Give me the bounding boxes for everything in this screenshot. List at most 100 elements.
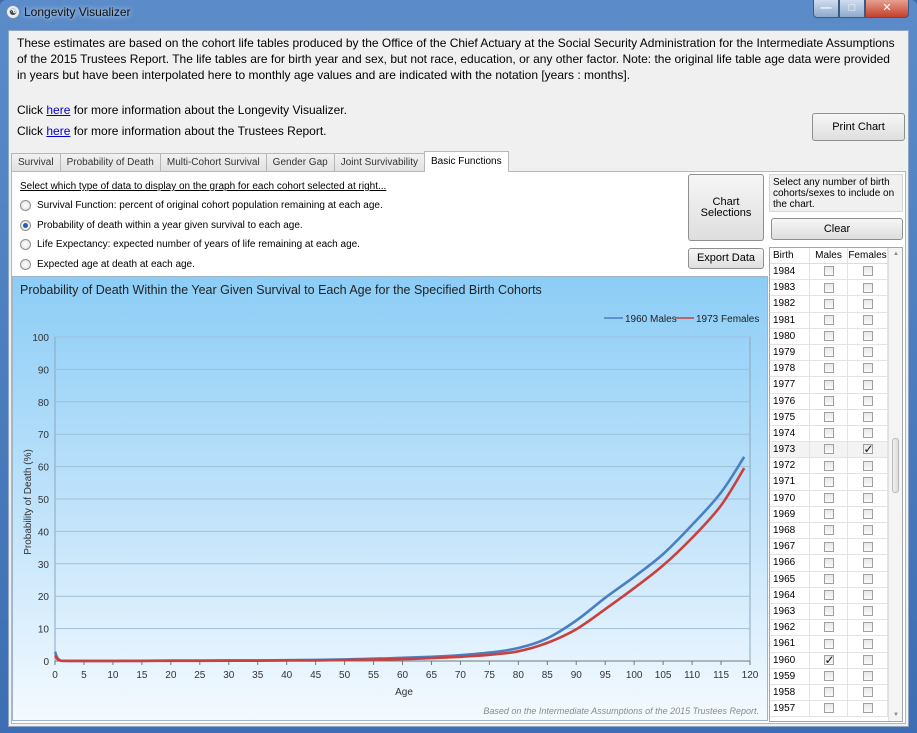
tab-multi-cohort-survival[interactable]: Multi-Cohort Survival [159, 153, 267, 172]
export-data-button[interactable]: Export Data [688, 248, 764, 269]
males-checkbox[interactable] [823, 525, 834, 536]
males-checkbox[interactable] [823, 590, 834, 601]
males-checkbox[interactable] [823, 557, 834, 568]
radio-survival-function[interactable]: Survival Function: percent of original c… [20, 200, 383, 211]
males-checkbox[interactable] [823, 314, 834, 325]
radio-button[interactable] [20, 259, 31, 270]
chart-selections-button[interactable]: Chart Selections [688, 174, 764, 241]
females-checkbox[interactable] [862, 622, 873, 633]
males-checkbox[interactable] [823, 509, 834, 520]
females-checkbox[interactable] [862, 331, 873, 342]
print-chart-button[interactable]: Print Chart [812, 113, 905, 141]
birth-year: 1978 [770, 361, 810, 377]
males-checkbox[interactable] [823, 298, 834, 309]
x-tick-label: 85 [542, 670, 554, 681]
females-checkbox[interactable] [862, 492, 873, 503]
females-checkbox[interactable] [862, 379, 873, 390]
birth-year: 1975 [770, 409, 810, 425]
males-checkbox[interactable] [823, 476, 834, 487]
females-checkbox[interactable] [862, 573, 873, 584]
males-checkbox[interactable] [823, 379, 834, 390]
females-checkbox[interactable] [862, 509, 873, 520]
females-checkbox[interactable] [862, 298, 873, 309]
males-checkbox[interactable] [823, 638, 834, 649]
radio-probability-of-death[interactable]: Probability of death within a year given… [20, 220, 303, 231]
females-checkbox[interactable] [862, 703, 873, 714]
visualizer-info-link[interactable]: here [46, 103, 70, 117]
trustees-info-link[interactable]: here [46, 124, 70, 138]
females-checkbox[interactable] [862, 590, 873, 601]
y-tick-label: 70 [38, 430, 50, 441]
radio-life-expectancy[interactable]: Life Expectancy: expected number of year… [20, 239, 360, 250]
grid-scrollbar[interactable]: ▲ ▼ [888, 248, 902, 721]
females-checkbox[interactable] [862, 654, 873, 665]
cohort-row: 1964 [770, 587, 902, 604]
males-checkbox[interactable] [823, 444, 834, 455]
scroll-up-icon[interactable]: ▲ [893, 251, 899, 257]
males-checkbox[interactable] [823, 573, 834, 584]
clear-button[interactable]: Clear [771, 218, 903, 240]
tab-probability-of-death[interactable]: Probability of Death [59, 153, 161, 172]
radio-button[interactable] [20, 239, 31, 250]
males-checkbox[interactable] [823, 395, 834, 406]
males-checkbox[interactable] [823, 460, 834, 471]
females-cell [848, 474, 888, 490]
females-checkbox[interactable] [862, 395, 873, 406]
females-checkbox[interactable] [862, 428, 873, 439]
tab-basic-functions[interactable]: Basic Functions [423, 151, 509, 172]
females-checkbox[interactable] [862, 476, 873, 487]
x-tick-label: 45 [310, 670, 322, 681]
close-button[interactable]: ✕ [865, 0, 909, 18]
males-checkbox[interactable] [823, 331, 834, 342]
females-checkbox[interactable] [862, 638, 873, 649]
cohort-row: 1970 [770, 490, 902, 507]
birth-year: 1981 [770, 312, 810, 328]
males-checkbox[interactable] [823, 266, 834, 277]
radio-button[interactable] [20, 220, 31, 231]
females-checkbox[interactable] [862, 363, 873, 374]
cohort-row: 1965 [770, 571, 902, 588]
females-checkbox[interactable] [862, 606, 873, 617]
females-checkbox[interactable] [862, 460, 873, 471]
males-checkbox[interactable] [823, 622, 834, 633]
females-checkbox[interactable] [862, 687, 873, 698]
males-checkbox[interactable] [823, 671, 834, 682]
males-checkbox[interactable] [823, 363, 834, 374]
y-axis-label: Probability of Death (%) [23, 449, 34, 555]
males-checkbox[interactable] [823, 541, 834, 552]
tab-survival[interactable]: Survival [11, 153, 61, 172]
radio-button[interactable] [20, 200, 31, 211]
birth-year: 1974 [770, 425, 810, 442]
males-checkbox[interactable] [823, 347, 834, 358]
males-checkbox[interactable] [823, 412, 834, 423]
females-checkbox[interactable] [862, 282, 873, 293]
females-checkbox[interactable] [862, 347, 873, 358]
y-axis-ticks: 0 10 20 30 40 50 60 70 80 90 100 [32, 333, 49, 668]
cohort-info-text: Select any number of birth cohorts/sexes… [769, 174, 903, 212]
males-checkbox[interactable] [823, 606, 834, 617]
tab-gender-gap[interactable]: Gender Gap [265, 153, 335, 172]
tab-joint-survivability[interactable]: Joint Survivability [333, 153, 425, 172]
males-checkbox[interactable] [823, 687, 834, 698]
females-checkbox[interactable] [862, 525, 873, 536]
scroll-thumb[interactable] [892, 438, 899, 493]
maximize-button[interactable]: □ [839, 0, 865, 18]
x-tick-label: 0 [52, 670, 58, 681]
males-checkbox[interactable] [823, 428, 834, 439]
females-checkbox[interactable] [862, 541, 873, 552]
females-checkbox[interactable] [862, 441, 874, 457]
birth-year: 1973 [770, 442, 810, 458]
scroll-down-icon[interactable]: ▼ [893, 712, 899, 718]
males-checkbox[interactable] [823, 282, 834, 293]
males-checkbox[interactable] [823, 703, 834, 714]
females-checkbox[interactable] [862, 266, 873, 277]
females-checkbox[interactable] [862, 314, 873, 325]
females-checkbox[interactable] [862, 671, 873, 682]
females-checkbox[interactable] [862, 557, 873, 568]
cohort-row: 1979 [770, 344, 902, 362]
females-checkbox[interactable] [862, 412, 873, 423]
radio-expected-age-at-death[interactable]: Expected age at death at each age. [20, 259, 195, 270]
males-checkbox[interactable] [823, 652, 835, 668]
minimize-button[interactable]: — [813, 0, 839, 18]
males-checkbox[interactable] [823, 492, 834, 503]
